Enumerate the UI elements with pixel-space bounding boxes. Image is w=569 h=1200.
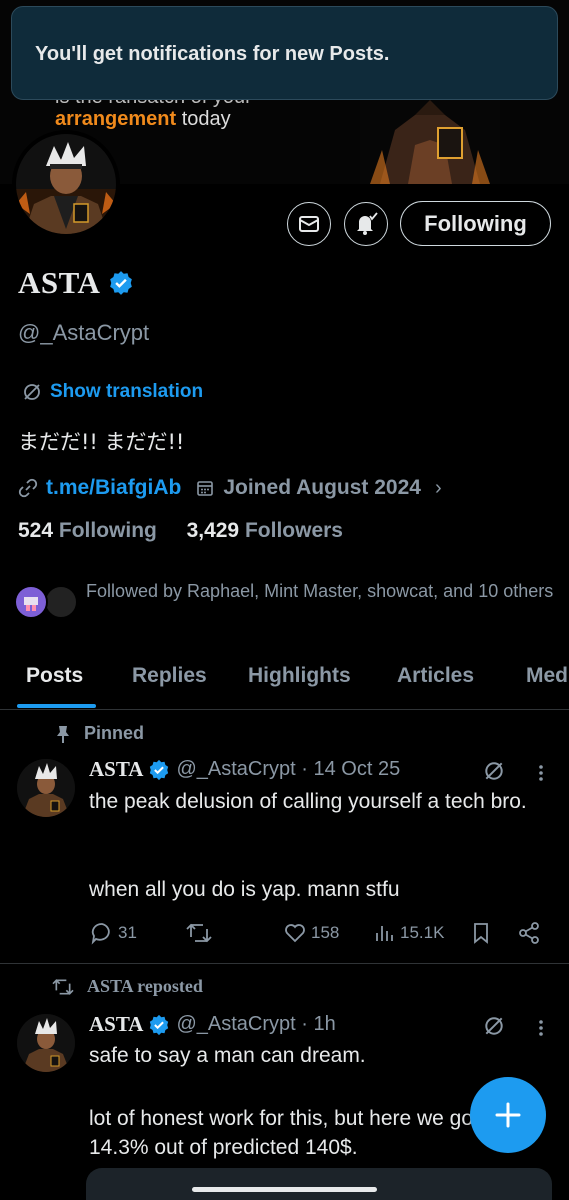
banner-text: arrangement today	[55, 108, 231, 131]
tab-replies[interactable]: Replies	[132, 664, 207, 688]
profile-meta: t.me/BiafgiAb Joined August 2024 ›	[18, 474, 442, 502]
repost-button[interactable]	[186, 921, 216, 945]
grok-icon	[24, 384, 40, 400]
post-text-line2: when all you do is yap. mann stfu	[89, 878, 400, 901]
more-options-icon[interactable]	[534, 1018, 548, 1038]
repost-icon	[186, 923, 212, 943]
post-avatar-image	[17, 759, 75, 817]
mail-icon	[299, 216, 319, 232]
show-translation-label: Show translation	[50, 381, 204, 402]
profile-avatar[interactable]	[12, 130, 120, 238]
share-button[interactable]	[517, 921, 541, 945]
toast-text: You'll get notifications for new Posts.	[35, 43, 390, 65]
post-header: ASTA @_AstaCrypt · 1h	[89, 1012, 336, 1037]
following-count: 524	[18, 519, 54, 542]
following-stat[interactable]: 524 Following	[18, 519, 163, 542]
active-tab-indicator	[17, 704, 96, 708]
more-options-icon[interactable]	[534, 763, 548, 783]
profile-link[interactable]: t.me/BiafgiAb	[46, 476, 181, 500]
views-button[interactable]: 15.1K	[374, 921, 444, 945]
verified-icon	[110, 271, 132, 295]
tab-posts[interactable]: Posts	[26, 664, 83, 688]
grok-icon[interactable]	[483, 760, 505, 782]
bell-icon	[357, 212, 378, 235]
home-indicator[interactable]	[192, 1187, 377, 1192]
followed-by-text[interactable]: Followed by Raphael, Mint Master, showca…	[86, 578, 561, 605]
verified-icon	[150, 759, 169, 780]
following-label: Following	[58, 519, 157, 542]
pin-icon	[57, 725, 69, 743]
message-button[interactable]	[287, 202, 331, 246]
reply-icon	[91, 923, 110, 945]
followers-stat[interactable]: 3,429 Followers	[187, 519, 343, 542]
tab-highlights[interactable]: Highlights	[248, 664, 351, 688]
post-text: safe to say a man can dream.	[89, 1044, 366, 1067]
profile-bio: まだだ!! まだだ!!	[18, 430, 185, 454]
repost-icon	[52, 978, 74, 995]
tab-media[interactable]: Med	[526, 664, 568, 688]
embedded-card[interactable]	[86, 1168, 552, 1200]
notifications-button[interactable]	[344, 202, 388, 246]
share-icon	[519, 922, 539, 944]
grok-icon[interactable]	[483, 1015, 505, 1037]
reposted-by-text[interactable]: ASTA reposted	[87, 976, 203, 997]
followers-label: Followers	[244, 519, 343, 542]
post-header: ASTA @_AstaCrypt · 14 Oct 25	[89, 757, 400, 782]
banner-character-image	[360, 90, 500, 184]
banner-text-rest: today	[181, 108, 231, 130]
avatar-image	[16, 134, 116, 234]
notification-toast: You'll get notifications for new Posts.	[11, 6, 558, 100]
link-icon	[18, 478, 38, 498]
bookmark-button[interactable]	[471, 921, 491, 945]
following-button[interactable]: Following	[400, 201, 551, 246]
joined-date: Joined August 2024	[223, 476, 421, 499]
like-count: 158	[311, 923, 340, 942]
reply-count: 31	[118, 923, 137, 942]
compose-post-button[interactable]	[470, 1077, 546, 1153]
pinned-label: Pinned	[54, 723, 144, 744]
profile-handle: @_AstaCrypt	[18, 320, 150, 345]
calendar-icon	[197, 481, 214, 496]
tab-articles[interactable]: Articles	[397, 664, 474, 688]
post-text-line2: lot of honest work for this, but here we…	[89, 1107, 479, 1159]
like-icon	[285, 924, 305, 943]
repost-context: ASTA reposted	[51, 976, 203, 997]
post-handle-time: @_AstaCrypt · 14 Oct 25	[176, 758, 401, 780]
post-avatar[interactable]	[17, 759, 75, 817]
follower-avatar-image	[24, 597, 38, 611]
pinned-text: Pinned	[84, 723, 145, 743]
post-avatar[interactable]	[17, 1014, 75, 1072]
post-actions: 31 158 15.1K	[0, 921, 569, 947]
views-icon	[376, 926, 393, 941]
like-button[interactable]: 158	[283, 921, 339, 945]
post-handle-time: @_AstaCrypt · 1h	[176, 1013, 336, 1035]
followers-count: 3,429	[186, 519, 240, 542]
follow-stats: 524 Following 3,429 Followers	[18, 519, 343, 543]
plus-icon	[495, 1102, 521, 1128]
follower-avatar	[44, 585, 78, 619]
profile-name: ASTA	[18, 265, 101, 300]
post-text: the peak delusion of calling yourself a …	[89, 790, 527, 813]
show-translation-link[interactable]: Show translation	[22, 381, 203, 403]
post-divider	[0, 963, 569, 964]
post-author-name[interactable]: ASTA	[89, 757, 143, 782]
reply-button[interactable]: 31	[90, 921, 137, 945]
chevron-right-icon[interactable]: ›	[435, 477, 442, 500]
banner-highlight: arrangement	[55, 108, 177, 130]
profile-tabs: Posts Replies Highlights Articles Med	[0, 650, 569, 710]
view-count: 15.1K	[400, 923, 445, 942]
follower-avatar	[14, 585, 48, 619]
bookmark-icon	[474, 923, 488, 944]
post-avatar-image	[17, 1014, 75, 1072]
verified-icon	[150, 1014, 169, 1035]
post-author-name[interactable]: ASTA	[89, 1012, 143, 1037]
